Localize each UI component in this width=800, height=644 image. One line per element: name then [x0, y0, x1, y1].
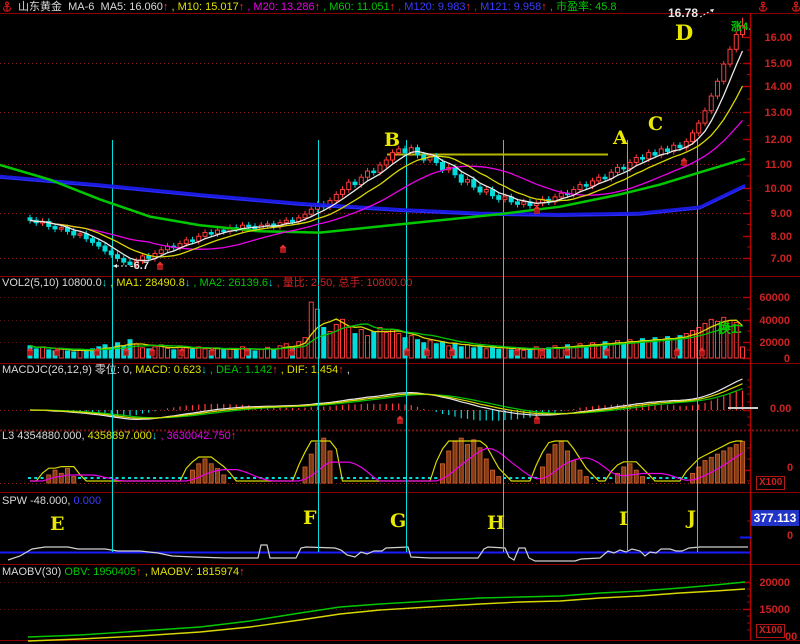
svg-text:16.00: 16.00 — [764, 32, 792, 44]
svg-text:20000: 20000 — [759, 577, 790, 589]
maobv-value: , MAOBV: 1815974 — [145, 566, 239, 578]
macd-zero-label: 0.00 — [770, 404, 791, 415]
macd-axis — [743, 380, 750, 425]
maobv-corner-label: 00 — [785, 632, 797, 643]
l3-zero-label: 0 — [787, 463, 793, 474]
marker-letter-E: E — [50, 515, 64, 534]
vol-ma1: , MA1: 28490.8 — [110, 277, 185, 289]
svg-text:10.00: 10.00 — [764, 183, 792, 195]
marker-letter-B: B — [384, 131, 400, 150]
l3-v2: 4358897.000 — [88, 430, 152, 442]
l3-scale-box: X100 — [756, 476, 785, 490]
marker-letter-C: C — [648, 115, 663, 134]
up-arrow-icon: ↑ — [239, 566, 245, 578]
spw-header: SPW -48.000, 0.000 — [2, 495, 101, 508]
down-arrow-icon: ↓ — [185, 277, 191, 289]
svg-text:7.00: 7.00 — [771, 253, 792, 265]
anchor-icon — [793, 2, 800, 11]
pe-ratio: , 市盈率: 45.8 — [550, 1, 617, 13]
volume-bars — [28, 302, 745, 358]
up-arrow-icon: ↑ — [465, 1, 471, 13]
svg-text:60000: 60000 — [759, 292, 790, 304]
down-arrow-icon: ↓ — [201, 364, 207, 376]
l3-v3: , 3630042.750 — [160, 430, 230, 442]
svg-text:14.00: 14.00 — [764, 81, 792, 93]
spw-v2: 0.000 — [74, 495, 102, 507]
volume-ma-lines — [30, 319, 743, 351]
up-arrow-icon: ↑ — [136, 566, 142, 578]
svg-text:20000: 20000 — [759, 337, 790, 349]
l3-header: L3 4354880.000, 4358897.000↓ , 3630042.7… — [2, 430, 236, 443]
maobv-name: MAOBV(30) — [2, 566, 64, 578]
trading-app-window: 16.00 15.00 14.00 13.00 12.00 11.00 10.00 9.00 8… — [0, 0, 800, 644]
svg-text:0: 0 — [784, 353, 790, 365]
m60-value: , M60: 11.051 — [323, 1, 389, 13]
dea-value: , DEA: 1.142 — [210, 364, 272, 376]
down-arrow-icon: ↓ — [102, 277, 108, 289]
macd-name: MACDJC(26,12,9) 零位: 0, — [2, 364, 132, 376]
marker-letter-H: H — [487, 514, 505, 533]
marker-letter-A: A — [613, 129, 628, 148]
up-arrow-icon: ↑ — [541, 1, 547, 13]
vol-ratio: , 量比: 2.50, 总手: 10800.00 — [277, 277, 413, 289]
macd-value: MACD: 0.623 — [135, 364, 201, 376]
vol-name: VOL2(5,10) 10800.0 — [2, 277, 102, 289]
chart-canvas[interactable]: 16.00 15.00 14.00 13.00 12.00 11.00 10.00 9.00 8… — [0, 0, 800, 644]
up-arrow-icon: ↑ — [272, 364, 278, 376]
marker-letter-J: J — [687, 509, 696, 528]
macd-lines — [30, 379, 758, 419]
marker-letter-F: F — [303, 509, 317, 528]
up-arrow-icon: ↑ — [231, 430, 237, 442]
obv-value: OBV: 1950405 — [64, 566, 136, 578]
dif-value: , DIF: 1.454 — [281, 364, 338, 376]
maobv-scale-box: X100 — [756, 624, 785, 638]
maobv-lines — [28, 582, 745, 641]
macd-header: MACDJC(26,12,9) 零位: 0, MACD: 0.623↓ , DE… — [2, 364, 350, 377]
up-arrow-icon: ↑ — [239, 1, 245, 13]
m120-value: , M120: 9.983 — [398, 1, 465, 13]
spw-value-badge: 377.113 — [751, 510, 799, 526]
svg-text:12.00: 12.00 — [764, 134, 792, 146]
svg-text:9.00: 9.00 — [771, 208, 792, 220]
marker-letter-I: I — [619, 510, 628, 529]
up-arrow-icon: ↑ — [338, 364, 344, 376]
marker-letter-G: G — [390, 512, 406, 531]
anchor-icon — [4, 2, 11, 11]
svg-text:8.00: 8.00 — [771, 231, 792, 243]
svg-text:11.00: 11.00 — [765, 159, 792, 171]
low-price-label: -6.7 — [130, 261, 149, 272]
svg-text:15.00: 15.00 — [764, 58, 792, 70]
m121-value: , M121: 9.958 — [474, 1, 541, 13]
m20-value: , M20: 13.286 — [247, 1, 314, 13]
down-arrow-icon: ↓ — [152, 430, 158, 442]
down-arrow-icon: ↓ — [268, 277, 274, 289]
main-header: 山东黄金 MA-6 MA5: 16.060↑ , M10: 15.017↑ , … — [18, 1, 617, 14]
stock-title: 山东黄金 — [18, 1, 62, 13]
svg-text:13.00: 13.00 — [764, 107, 792, 119]
m10-value: , M10: 15.017 — [171, 1, 238, 13]
panel-separators — [0, 14, 800, 641]
spw-zero-label: 0 — [787, 531, 793, 542]
spw-name: SPW -48.000, — [2, 495, 70, 507]
up-arrow-icon: ↑ — [390, 1, 396, 13]
price-ma-lines — [0, 51, 745, 260]
period-label: MA-6 — [68, 1, 94, 13]
svg-text:40000: 40000 — [759, 315, 790, 327]
high-price-label: 16.78 — [668, 8, 698, 19]
rise-percent-label: 涨4. — [731, 21, 751, 33]
up-arrow-icon: ↑ — [315, 1, 321, 13]
svg-text:15000: 15000 — [759, 604, 790, 616]
volume-header: VOL2(5,10) 10800.0↓ , MA1: 28490.8↓ , MA… — [2, 277, 412, 290]
up-arrow-icon: ↑ — [163, 1, 169, 13]
anchor-icon — [760, 2, 767, 11]
ma5-value: MA5: 16.060 — [101, 1, 163, 13]
l3-name: L3 4354880.000, — [2, 430, 85, 442]
maobv-header: MAOBV(30) OBV: 1950405↑ , MAOBV: 1815974… — [2, 566, 245, 579]
marker-letter-D: D — [675, 22, 693, 43]
vol-ma2: , MA2: 26139.6 — [193, 277, 268, 289]
l3-bars — [28, 438, 745, 483]
turnover-label: 换1. — [718, 323, 742, 335]
